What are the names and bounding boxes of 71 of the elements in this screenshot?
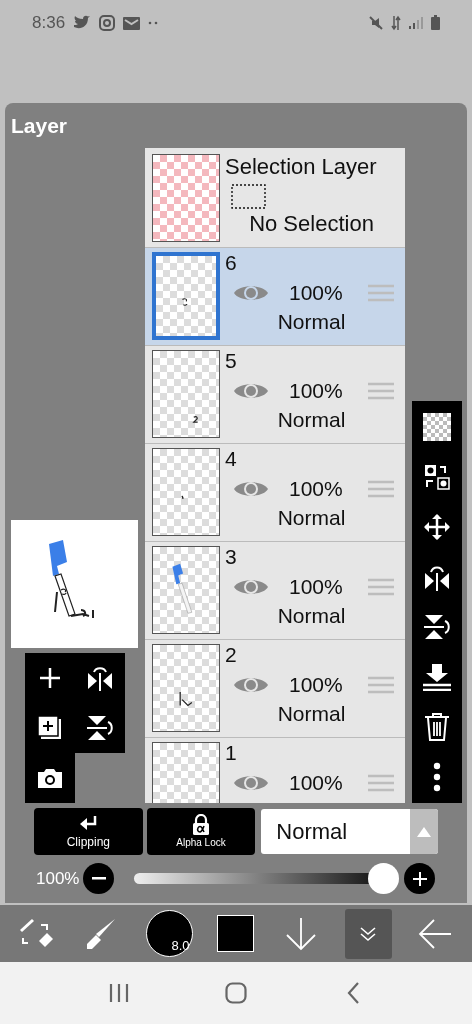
- layer-name: 3: [225, 546, 237, 568]
- layer-blend-mode: Normal: [277, 504, 346, 531]
- mail-icon: [123, 15, 141, 30]
- selection-status: No Selection: [248, 211, 375, 237]
- layer-name: 6: [225, 252, 237, 274]
- back-arrow-icon: [418, 918, 453, 949]
- move-icon: [423, 513, 451, 541]
- increase-button[interactable]: [404, 863, 436, 894]
- clipping-button[interactable]: Clipping: [34, 808, 143, 855]
- layer-name: 1: [225, 742, 237, 764]
- layer-row[interactable]: 6 100% Normal: [145, 248, 405, 346]
- camera-button[interactable]: [25, 753, 75, 803]
- collapse-button[interactable]: [344, 908, 392, 959]
- merge-down-icon: [422, 663, 452, 691]
- drag-handle-icon[interactable]: [368, 773, 394, 792]
- delete-icon: [424, 712, 450, 742]
- drag-handle-icon[interactable]: [368, 381, 394, 400]
- brush-size-button[interactable]: 8.0: [145, 910, 193, 957]
- back-icon: [347, 982, 360, 1004]
- camera-icon: [37, 767, 63, 789]
- duplicate-layer-icon: [37, 715, 63, 741]
- drag-handle-icon[interactable]: [368, 283, 394, 302]
- layer-name: 2: [225, 644, 237, 666]
- drag-handle-icon[interactable]: [368, 479, 394, 498]
- layer-opacity: 100%: [289, 672, 343, 698]
- recent-apps-icon: [107, 983, 130, 1003]
- plus-icon: [412, 870, 428, 887]
- color-icon: [217, 915, 255, 952]
- slider-thumb[interactable]: [368, 863, 400, 894]
- battery-icon: [431, 15, 440, 30]
- layer-opacity: 100%: [289, 770, 343, 796]
- more-options-icon: [433, 762, 441, 792]
- down-arrow-icon: [285, 916, 318, 951]
- data-icon: [391, 14, 401, 31]
- layer-opacity: 100%: [289, 280, 343, 306]
- layer-blend-mode: Normal: [277, 406, 346, 433]
- selection-marquee-icon: [231, 184, 266, 209]
- lock-icon: [192, 813, 210, 836]
- selection-layer-row[interactable]: Selection Layer No Selection: [145, 148, 405, 248]
- more-icon: [148, 20, 159, 25]
- layer-opacity: 100%: [289, 476, 343, 502]
- panel-title: Layer: [11, 112, 68, 139]
- camera-icon: [99, 14, 116, 31]
- blend-mode-dropdown[interactable]: Normal: [261, 809, 438, 854]
- drag-handle-icon[interactable]: [368, 577, 394, 596]
- selection-layer-title: Selection Layer: [225, 154, 378, 180]
- layer-blend-mode: Normal: [277, 700, 346, 727]
- collapse-icon: [359, 925, 378, 942]
- flip-vertical-icon: [86, 714, 114, 742]
- triangle-up-icon: [417, 826, 431, 837]
- layer-blend-mode: Normal: [277, 308, 346, 335]
- add-layer-icon: [38, 666, 62, 690]
- home-icon: [225, 982, 247, 1004]
- layer-name: 4: [225, 448, 237, 470]
- mute-icon: [369, 15, 383, 30]
- layer-blend-mode: Normal: [277, 602, 346, 629]
- decrease-button[interactable]: [83, 863, 115, 894]
- minus-icon: [92, 877, 106, 880]
- drag-handle-icon[interactable]: [368, 675, 394, 694]
- alpha-lock-button[interactable]: Alpha Lock: [146, 808, 256, 855]
- layer-opacity: 100%: [289, 378, 343, 404]
- bird-icon: [73, 15, 92, 30]
- opacity-value: 100%: [36, 867, 80, 890]
- flip-horizontal-icon: [86, 665, 114, 691]
- status-time: 8:36: [32, 11, 66, 34]
- flip-vertical-icon: [423, 613, 451, 641]
- layer-opacity: 100%: [289, 574, 343, 600]
- layer-name: 5: [225, 350, 237, 372]
- transparency-icon: [423, 413, 451, 441]
- swap-layers-icon: [423, 463, 451, 491]
- signal-icon: [409, 16, 423, 29]
